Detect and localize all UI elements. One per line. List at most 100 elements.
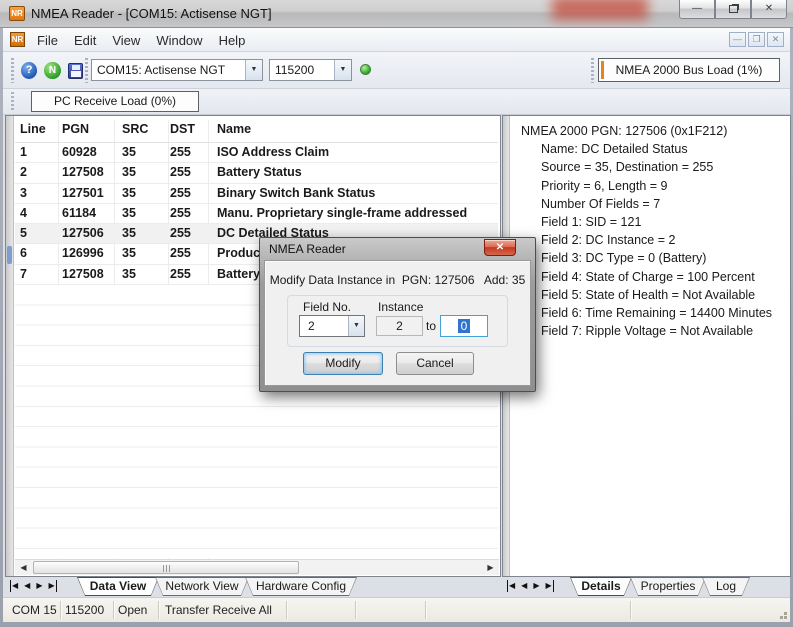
maximize-button[interactable] (715, 0, 751, 19)
resize-grip-icon[interactable] (784, 616, 787, 619)
menu-window[interactable]: Window (148, 30, 210, 51)
detail-line: Number Of Fields = 7 (521, 195, 790, 213)
minimize-button[interactable]: — (679, 0, 715, 19)
dialog-message: Modify Data Instance in PGN: 127506 Add:… (265, 273, 530, 287)
table-row[interactable]: 4 61184 35 255 Manu. Proprietary single-… (15, 204, 498, 224)
tab-first-icon[interactable]: ◀ (507, 580, 515, 592)
detail-line: Priority = 6, Length = 9 (521, 177, 790, 195)
horizontal-scrollbar[interactable]: ◀ ▶ (15, 559, 499, 575)
menu-help[interactable]: Help (211, 30, 254, 51)
desktop-glow-decoration (552, 0, 648, 20)
com-port-select[interactable]: COM15: Actisense NGT ▼ (91, 59, 263, 81)
chevron-down-icon[interactable]: ▼ (348, 316, 364, 336)
cell-pgn: 61184 (62, 206, 96, 220)
table-row[interactable]: 1 60928 35 255 ISO Address Claim (15, 143, 498, 163)
tab-label: Data View (77, 579, 159, 593)
tab-hardware-config[interactable]: Hardware Config (245, 577, 357, 596)
col-src[interactable]: SRC (122, 122, 148, 136)
cell-dst: 255 (170, 186, 191, 200)
toolbar: ? N COM15: Actisense NGT ▼ 115200 ▼ NMEA… (3, 52, 790, 89)
mdi-child-icon[interactable]: NR (10, 32, 25, 47)
tab-next-icon[interactable]: ▶ (533, 580, 539, 592)
close-icon: ✕ (765, 3, 773, 14)
tab-first-icon[interactable]: ◀ (10, 580, 18, 592)
scroll-left-icon[interactable]: ◀ (16, 561, 31, 575)
tab-properties[interactable]: Properties (630, 577, 706, 596)
cell-dst: 255 (170, 145, 191, 159)
cell-dst: 255 (170, 226, 191, 240)
col-pgn[interactable]: PGN (62, 122, 89, 136)
current-instance-field: 2 (376, 316, 423, 336)
col-dst[interactable]: DST (170, 122, 195, 136)
scroll-right-icon[interactable]: ▶ (483, 561, 498, 575)
new-instance-input[interactable]: 0 (440, 315, 488, 337)
horizontal-scrollbar-thumb[interactable] (33, 561, 299, 574)
close-button[interactable]: ✕ (751, 0, 787, 19)
detail-line: Field 2: DC Instance = 2 (521, 231, 790, 249)
connection-led-icon (360, 64, 371, 75)
table-row[interactable]: 3 127501 35 255 Binary Switch Bank Statu… (15, 184, 498, 204)
tab-data-view[interactable]: Data View (77, 577, 159, 596)
cell-pgn: 127508 (62, 267, 104, 281)
network-icon[interactable]: N (44, 62, 60, 79)
detail-line: Field 7: Ripple Voltage = Not Available (521, 322, 790, 340)
left-vertical-scrollbar-thumb[interactable] (7, 246, 12, 264)
pc-receive-load-indicator: PC Receive Load (0%) (31, 91, 199, 112)
mdi-restore-button[interactable]: ❐ (748, 32, 765, 47)
detail-line: NMEA 2000 PGN: 127506 (0x1F212) (521, 122, 790, 140)
detail-line: Field 6: Time Remaining = 14400 Minutes (521, 304, 790, 322)
col-line[interactable]: Line (20, 122, 46, 136)
left-vertical-scrollbar[interactable] (6, 116, 14, 576)
cell-name: ISO Address Claim (217, 145, 329, 159)
col-name[interactable]: Name (217, 122, 251, 136)
baud-rate-value: 115200 (270, 63, 334, 77)
modify-button[interactable]: Modify (303, 352, 383, 375)
pc-receive-load-label: PC Receive Load (0%) (54, 94, 176, 108)
toolbar-grip[interactable] (11, 58, 14, 83)
mdi-window-controls: — ❐ ✕ (729, 32, 784, 47)
tab-prev-icon[interactable]: ◀ (24, 580, 30, 592)
cell-dst: 255 (170, 246, 191, 260)
cell-src: 35 (122, 206, 136, 220)
cell-name: Manu. Proprietary single-frame addressed (217, 206, 467, 220)
field-no-value: 2 (300, 316, 348, 336)
cell-pgn: 126996 (62, 246, 104, 260)
cell-src: 35 (122, 226, 136, 240)
tab-details[interactable]: Details (570, 577, 632, 596)
cell-pgn: 127506 (62, 226, 104, 240)
chevron-down-icon[interactable]: ▼ (334, 60, 351, 80)
toolbar-grip[interactable] (11, 92, 14, 112)
pgn-details: NMEA 2000 PGN: 127506 (0x1F212) Name: DC… (510, 116, 790, 340)
save-icon[interactable] (68, 63, 83, 79)
detail-line: Field 1: SID = 121 (521, 213, 790, 231)
chevron-down-icon[interactable]: ▼ (245, 60, 262, 80)
detail-line: Source = 35, Destination = 255 (521, 158, 790, 176)
menu-file[interactable]: File (29, 30, 66, 51)
menu-edit[interactable]: Edit (66, 30, 104, 51)
help-icon[interactable]: ? (21, 62, 37, 79)
mdi-close-button[interactable]: ✕ (767, 32, 784, 47)
toolbar-buttons: ? N (17, 58, 83, 83)
detail-line: Field 5: State of Health = Not Available (521, 286, 790, 304)
minimize-icon: — (692, 3, 702, 14)
toolbar-grip[interactable] (85, 58, 88, 83)
tab-network-view[interactable]: Network View (155, 577, 249, 596)
dialog-close-button[interactable]: ✕ (484, 239, 516, 256)
toolbar-grip[interactable] (591, 58, 594, 83)
table-row[interactable]: 2 127508 35 255 Battery Status (15, 163, 498, 183)
cell-pgn: 127501 (62, 186, 104, 200)
tab-prev-icon[interactable]: ◀ (521, 580, 527, 592)
mdi-minimize-button[interactable]: — (729, 32, 746, 47)
cancel-button[interactable]: Cancel (396, 352, 474, 375)
tab-log[interactable]: Log (702, 577, 750, 596)
field-no-select[interactable]: 2 ▼ (299, 315, 365, 337)
tab-last-icon[interactable]: ▶ (545, 580, 553, 592)
tab-last-icon[interactable]: ▶ (48, 580, 56, 592)
tab-next-icon[interactable]: ▶ (36, 580, 42, 592)
app-logo-icon: NR (9, 6, 25, 21)
selected-input-text: 0 (458, 319, 471, 333)
menu-view[interactable]: View (104, 30, 148, 51)
status-baud: 115200 (65, 603, 104, 617)
baud-rate-select[interactable]: 115200 ▼ (269, 59, 352, 81)
to-label: to (426, 319, 436, 333)
